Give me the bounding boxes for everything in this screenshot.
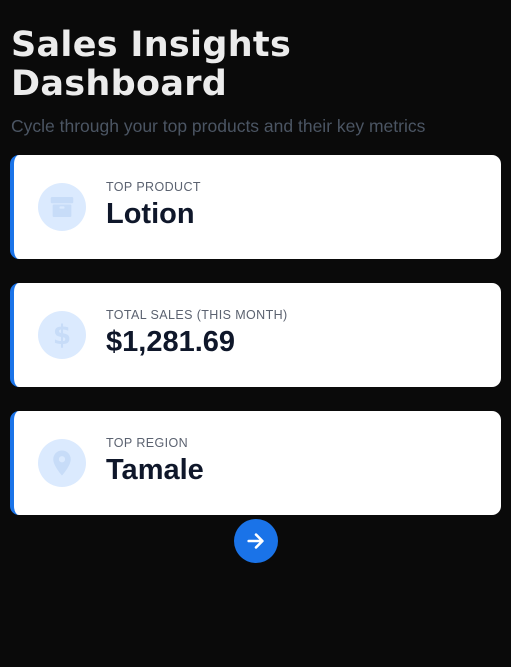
top-product-card: TOP PRODUCT Lotion (10, 155, 501, 259)
card-value: $1,281.69 (106, 326, 236, 358)
page-title-line-1: Sales Insights (11, 25, 292, 65)
card-label: TOP PRODUCT (106, 180, 201, 194)
card-value: Tamale (106, 454, 204, 486)
card-value: Lotion (106, 198, 195, 230)
header: Sales Insights Dashboard Cycle through y… (11, 26, 491, 137)
location-pin-icon (38, 439, 86, 487)
top-region-card: TOP REGION Tamale (10, 411, 501, 515)
page-title: Sales Insights Dashboard (11, 26, 491, 104)
next-button[interactable] (234, 519, 278, 563)
card-label: TOP REGION (106, 436, 189, 450)
card-label: TOTAL SALES (THIS MONTH) (106, 308, 288, 322)
dollar-icon: $ (38, 311, 86, 359)
arrow-right-icon (247, 533, 264, 549)
page-title-line-2: Dashboard (11, 64, 228, 104)
box-icon (38, 183, 86, 231)
page-subtitle: Cycle through your top products and thei… (11, 116, 426, 136)
total-sales-card: $ TOTAL SALES (THIS MONTH) $1,281.69 (10, 283, 501, 387)
svg-text:$: $ (53, 321, 71, 350)
